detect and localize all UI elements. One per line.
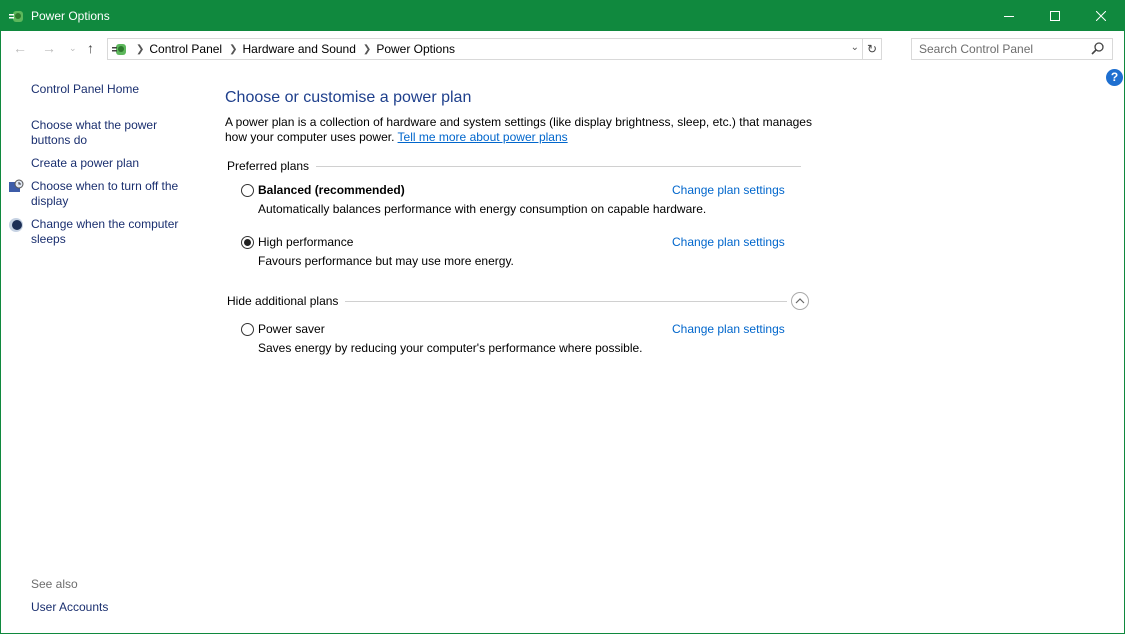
up-button[interactable]: ↑: [87, 40, 94, 56]
plan-description: Automatically balances performance with …: [258, 202, 707, 216]
plan-name[interactable]: Power saver: [258, 322, 325, 336]
title-bar: Power Options: [1, 1, 1124, 31]
chevron-up-icon: [795, 298, 805, 304]
additional-plans-group: Hide additional plans: [227, 292, 809, 310]
breadcrumb-control-panel[interactable]: Control Panel: [149, 42, 222, 56]
sidebar-item-power-buttons[interactable]: Choose what the power buttons do: [31, 118, 191, 148]
breadcrumb-separator[interactable]: ❯: [363, 44, 371, 55]
plan-description: Saves energy by reducing your computer's…: [258, 341, 643, 355]
breadcrumb-hardware-and-sound[interactable]: Hardware and Sound: [243, 42, 356, 56]
close-icon: [1096, 11, 1106, 21]
divider: [345, 300, 787, 302]
preferred-plans-label: Preferred plans: [227, 159, 310, 173]
see-also-label: See also: [31, 577, 78, 591]
power-options-window: Power Options ← → ⌄ ↑ ❯ Control Panel ❯ …: [0, 0, 1125, 634]
breadcrumb-separator[interactable]: ❯: [136, 44, 144, 55]
change-plan-settings-link[interactable]: Change plan settings: [672, 183, 785, 197]
preferred-plans-group: Preferred plans: [227, 159, 801, 173]
sidebar-item-sleep[interactable]: Change when the computer sleeps: [31, 217, 191, 247]
sidebar-item-display-off[interactable]: Choose when to turn off the display: [31, 179, 191, 209]
plan-description: Favours performance but may use more ene…: [258, 254, 514, 268]
power-saver-radio[interactable]: [241, 323, 254, 336]
sidebar-item-create-plan[interactable]: Create a power plan: [31, 156, 191, 171]
close-button[interactable]: [1078, 1, 1124, 31]
divider: [316, 165, 801, 167]
minimize-button[interactable]: [986, 1, 1032, 31]
address-bar[interactable]: ❯ Control Panel ❯ Hardware and Sound ❯ P…: [107, 38, 882, 60]
search-input[interactable]: [912, 39, 1082, 59]
high-performance-radio[interactable]: [241, 236, 254, 249]
search-icon[interactable]: [1091, 42, 1105, 56]
navigation-bar: ← → ⌄ ↑ ❯ Control Panel ❯ Hardware and S…: [1, 31, 1124, 67]
page-title: Choose or customise a power plan: [225, 89, 472, 106]
hide-additional-plans-label[interactable]: Hide additional plans: [227, 294, 338, 308]
change-plan-settings-link[interactable]: Change plan settings: [672, 322, 785, 336]
power-options-icon: [9, 11, 23, 22]
sidebar-item-control-panel-home[interactable]: Control Panel Home: [31, 82, 191, 97]
change-plan-settings-link[interactable]: Change plan settings: [672, 235, 785, 249]
control-panel-icon: [112, 44, 126, 55]
help-button[interactable]: ?: [1106, 69, 1123, 86]
plan-name[interactable]: High performance: [258, 235, 353, 249]
minimize-icon: [1004, 16, 1014, 17]
breadcrumb-power-options[interactable]: Power Options: [376, 42, 455, 56]
learn-more-link[interactable]: Tell me more about power plans: [398, 130, 568, 144]
sidebar-item-user-accounts[interactable]: User Accounts: [31, 600, 191, 615]
maximize-button[interactable]: [1032, 1, 1078, 31]
recent-locations-button[interactable]: ⌄: [69, 43, 77, 54]
refresh-button[interactable]: ↻: [862, 39, 881, 59]
search-box[interactable]: [911, 38, 1113, 60]
moon-icon: [9, 218, 23, 232]
back-button[interactable]: ←: [13, 40, 27, 56]
window-title: Power Options: [31, 9, 110, 23]
page-description: A power plan is a collection of hardware…: [225, 115, 815, 145]
breadcrumb-separator[interactable]: ❯: [229, 44, 237, 55]
forward-button[interactable]: →: [42, 40, 56, 56]
balanced-radio[interactable]: [241, 184, 254, 197]
plan-name[interactable]: Balanced (recommended): [258, 183, 405, 197]
sidebar: Control Panel Home Choose what the power…: [1, 67, 201, 633]
maximize-icon: [1050, 11, 1060, 21]
collapse-button[interactable]: [791, 292, 809, 310]
display-clock-icon: [9, 179, 24, 192]
address-dropdown-icon[interactable]: ⌄: [851, 42, 859, 53]
